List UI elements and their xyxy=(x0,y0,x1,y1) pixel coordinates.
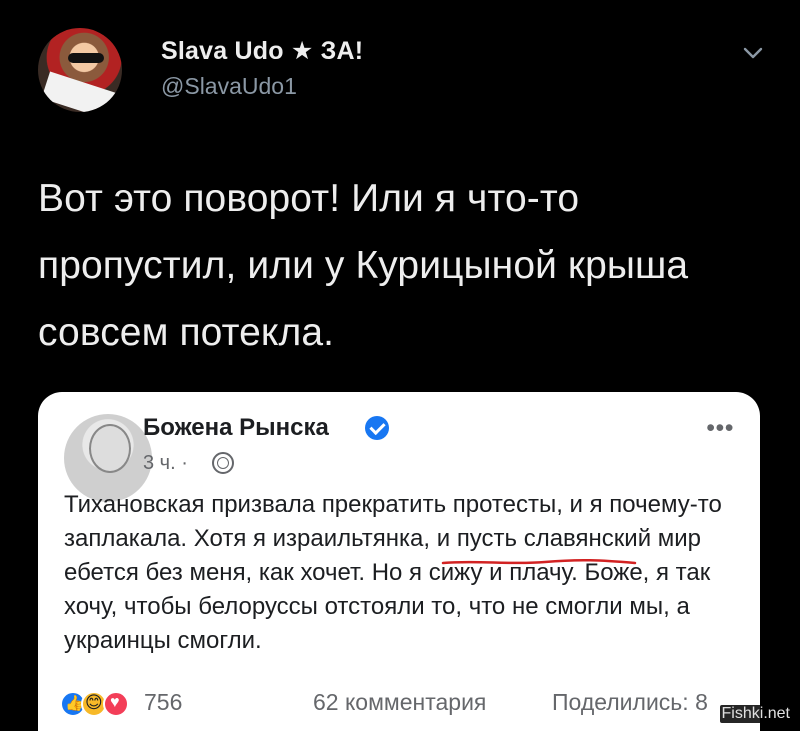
embedded-facebook-post: Божена Рынска 3 ч. · ••• Тихановская при… xyxy=(38,392,760,731)
reactions-count[interactable]: 756 xyxy=(144,689,182,716)
shares-count[interactable]: Поделились: 8 xyxy=(552,689,708,716)
avatar-sticker xyxy=(79,471,127,489)
facebook-post-footer: 756 62 комментария Поделились: 8 xyxy=(38,684,760,724)
love-reaction-icon[interactable] xyxy=(103,691,129,717)
tweet-text: Вот это поворот! Или я что-то пропустил,… xyxy=(38,177,689,354)
post-time: 3 ч. · xyxy=(143,452,188,474)
sunglasses-shape xyxy=(68,53,104,63)
watermark: Fishki.net xyxy=(719,705,792,723)
author-avatar[interactable] xyxy=(38,28,122,112)
facebook-author-name[interactable]: Божена Рынска xyxy=(143,414,329,442)
more-options-icon[interactable]: ••• xyxy=(706,414,734,443)
author-display-name[interactable]: Slava Udo ★ ЗА! xyxy=(161,36,363,66)
chevron-down-icon[interactable] xyxy=(738,38,768,68)
comments-count[interactable]: 62 комментария xyxy=(313,689,486,716)
verified-badge-icon xyxy=(365,416,389,440)
author-handle[interactable]: @SlavaUdo1 xyxy=(161,73,297,100)
facebook-post-text: Тихановская призвала прекратить протесты… xyxy=(64,491,722,654)
avatar-shirt-graphic xyxy=(41,71,119,112)
tweet-header: Slava Udo ★ ЗА! @SlavaUdo1 xyxy=(38,28,768,128)
globe-icon xyxy=(212,452,234,474)
handwritten-underline xyxy=(441,558,637,565)
avatar-face-shape xyxy=(89,424,131,473)
